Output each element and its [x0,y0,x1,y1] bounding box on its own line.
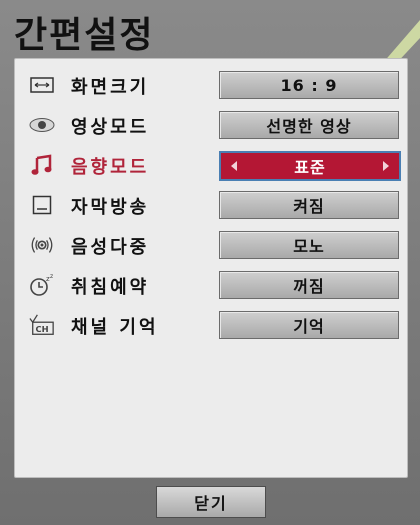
setting-row-multi-audio[interactable]: 음성다중 모노 [15,225,407,265]
sleep-timer-icon: z z [29,273,55,297]
setting-row-screen-size[interactable]: 화면크기 16 : 9 [15,65,407,105]
setting-row-sleep-timer[interactable]: z z 취침예약 꺼짐 [15,265,407,305]
setting-value-button[interactable]: 16 : 9 [219,71,399,99]
setting-value-button[interactable]: 켜짐 [219,191,399,219]
menu-window: 간편설정 화면크기 16 : 9 영상모드 선명한 영상 음향모드 표준 자막방… [0,0,420,525]
setting-label: 화면크기 [71,77,150,98]
eye-icon [29,113,55,137]
aspect-ratio-icon [29,73,55,97]
close-button[interactable]: 닫기 [156,486,266,518]
setting-value-text: 표준 [294,158,326,177]
setting-value-button[interactable]: 모노 [219,231,399,259]
svg-text:z: z [50,273,53,280]
setting-row-sound-mode[interactable]: 음향모드 표준 [15,145,407,185]
music-note-icon [29,153,55,177]
svg-text:CH: CH [36,324,49,334]
setting-value-button[interactable]: 선명한 영상 [219,111,399,139]
setting-label: 음향모드 [71,157,150,178]
setting-label: 음성다중 [71,237,150,258]
setting-label: 영상모드 [71,117,150,138]
channel-memory-icon: CH [29,313,55,337]
setting-label: 채널 기억 [71,317,159,338]
setting-row-caption[interactable]: 자막방송 켜짐 [15,185,407,225]
arrow-left-icon[interactable] [231,161,237,171]
setting-label: 취침예약 [71,277,150,298]
audio-signal-icon [29,233,55,257]
setting-value-selector[interactable]: 표준 [219,151,401,181]
setting-label: 자막방송 [71,197,150,218]
setting-row-channel-memory[interactable]: CH 채널 기억 기억 [15,305,407,345]
caption-icon [29,193,55,217]
setting-row-picture-mode[interactable]: 영상모드 선명한 영상 [15,105,407,145]
setting-value-button[interactable]: 기억 [219,311,399,339]
setting-value-button[interactable]: 꺼짐 [219,271,399,299]
arrow-right-icon[interactable] [383,161,389,171]
settings-panel: 화면크기 16 : 9 영상모드 선명한 영상 음향모드 표준 자막방송 켜짐 … [14,58,408,478]
menu-title: 간편설정 [14,15,155,56]
